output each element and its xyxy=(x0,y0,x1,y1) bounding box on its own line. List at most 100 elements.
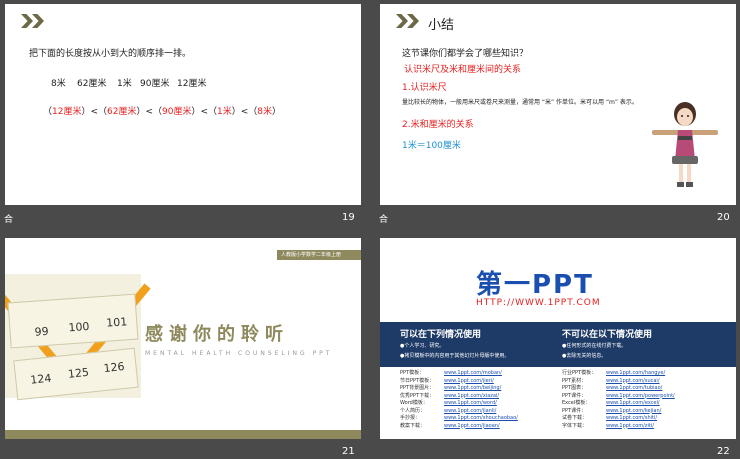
link-row: 字体下载： www.1ppt.com/ziti/ xyxy=(562,423,732,431)
resource-link[interactable]: www.1ppt.com/powerpoint/ xyxy=(606,393,675,399)
link-label: PPT课件： xyxy=(562,407,587,414)
resource-link[interactable]: www.1ppt.com/word/ xyxy=(444,400,497,406)
right-link-list: 行业PPT模板： www.1ppt.com/hangye/PPT素材： www.1p… xyxy=(562,370,732,430)
ruler-number: 101 xyxy=(105,315,128,330)
length-item: 1米 xyxy=(117,79,132,89)
ruler-number: 99 xyxy=(34,324,50,339)
slide-title: 小结 xyxy=(428,18,455,33)
link-row: 手抄报： www.1ppt.com/shouchaobao/ xyxy=(400,415,560,423)
link-row: 教案下载： www.1ppt.com/jiaoan/ xyxy=(400,423,560,431)
slide-number: 19 xyxy=(342,212,355,223)
link-label: 手抄报： xyxy=(400,415,421,421)
link-label: PPT图表： xyxy=(562,385,587,391)
paren: ）<（ xyxy=(191,107,218,117)
resource-link[interactable]: www.1ppt.com/xiazai/ xyxy=(444,393,499,399)
ruler-number: 100 xyxy=(68,319,90,335)
allowed-title: 可以在下列情况使用 xyxy=(400,330,482,340)
link-label: PPT素材： xyxy=(562,377,587,384)
length-item: 62厘米 xyxy=(77,79,107,89)
answer-value: 12厘米 xyxy=(52,107,82,117)
forbidden-title: 不可以在以下情况使用 xyxy=(562,330,653,340)
length-item: 12厘米 xyxy=(177,79,207,89)
answer-row: （12厘米）<（62厘米）<（90厘米）<（1米）<（8米） xyxy=(43,104,281,117)
tag-bar: 人教版小学数学二年级上册 xyxy=(277,250,361,260)
forbidden-item: ●任何形式的在线付费下载。 xyxy=(562,343,627,349)
ruler-number: 126 xyxy=(102,359,126,376)
allowed-item: ●个人学习、研究。 xyxy=(400,343,445,349)
thanks-title: 感谢你的聆听 xyxy=(145,324,289,345)
resource-link[interactable]: www.1ppt.com/jianli/ xyxy=(444,408,496,414)
slide-tag: 合 xyxy=(379,215,389,225)
link-row: PPT图表： www.1ppt.com/tubiao/ xyxy=(562,385,732,393)
slide-thumbnail-19[interactable]: 把下面的长度按从小到大的顺序排一排。 8米 62厘米 1米 90厘米 12厘米 … xyxy=(5,4,361,205)
section-heading: 2.米和厘米的关系 xyxy=(402,120,474,130)
link-row: Excel模板： www.1ppt.com/excel/ xyxy=(562,400,732,408)
link-label: PPT模板： xyxy=(400,370,425,376)
subtitle-text: 认识米尺及米和厘米间的关系 xyxy=(404,65,522,75)
resource-link[interactable]: www.1ppt.com/excel/ xyxy=(606,400,660,406)
tag-text: 人教版小学数学二年级上册 xyxy=(281,252,342,258)
resource-link[interactable]: www.1ppt.com/hangye/ xyxy=(606,370,665,376)
answer-value: 62厘米 xyxy=(107,107,137,117)
chevron-decoration-icon xyxy=(21,14,51,28)
thanks-subtitle: MENTAL HEALTH COUNSELING PPT xyxy=(145,350,333,357)
resource-link[interactable]: www.1ppt.com/shiti/ xyxy=(606,415,657,421)
resource-link[interactable]: www.1ppt.com/shouchaobao/ xyxy=(444,415,518,421)
link-label: 教案下载： xyxy=(400,422,426,429)
link-row: 节日PPT模板： www.1ppt.com/jieri/ xyxy=(400,378,560,386)
paren: ）<（ xyxy=(81,107,108,117)
resource-link[interactable]: www.1ppt.com/jiaoan/ xyxy=(444,423,500,429)
resource-link[interactable]: www.1ppt.com/moban/ xyxy=(444,370,502,376)
paren: ）<（ xyxy=(231,107,258,117)
link-label: 优秀PPT下载： xyxy=(400,392,435,399)
tape-measure-upper: 99 100 101 xyxy=(7,293,139,349)
slide-thumbnail-21[interactable]: 人教版小学数学二年级上册 99 100 101 124 125 126 感谢你的… xyxy=(5,238,361,439)
length-item: 90厘米 xyxy=(140,79,170,89)
answer-value: 8米 xyxy=(257,107,273,117)
slide-tag: 合 xyxy=(4,215,14,225)
link-row: 优秀PPT下载： www.1ppt.com/xiazai/ xyxy=(400,393,560,401)
answer-value: 1米 xyxy=(217,107,232,117)
usage-banner: 可以在下列情况使用 ●个人学习、研究。 ●拷贝模板中的内容用于其他幻灯片母版中使… xyxy=(380,322,736,367)
logo-main: 第一PPT xyxy=(476,270,594,300)
question-text: 这节课你们都学会了哪些知识？ xyxy=(402,49,529,59)
relation-text: 1米＝100厘米 xyxy=(402,141,461,151)
resource-link[interactable]: www.1ppt.com/jieri/ xyxy=(444,378,494,384)
link-label: PPT背景图片： xyxy=(400,385,435,391)
link-row: PPT背景图片： www.1ppt.com/beijing/ xyxy=(400,385,560,393)
resource-link[interactable]: www.1ppt.com/beijing/ xyxy=(444,385,501,391)
slide-number: 21 xyxy=(342,446,355,457)
girl-illustration-icon xyxy=(652,102,718,187)
link-label: 试卷下载： xyxy=(562,415,588,421)
link-row: PPT课件： www.1ppt.com/powerpoint/ xyxy=(562,393,732,401)
link-row: PPT素材： www.1ppt.com/sucai/ xyxy=(562,378,732,386)
answer-value: 90厘米 xyxy=(162,107,192,117)
slide-thumbnail-20[interactable]: 小结 这节课你们都学会了哪些知识？ 认识米尺及米和厘米间的关系 1.认识米尺 量… xyxy=(380,4,736,205)
length-item: 8米 xyxy=(51,79,66,89)
forbidden-item: ●去除无关的信息。 xyxy=(562,353,607,359)
resource-link[interactable]: www.1ppt.com/tubiao/ xyxy=(606,385,662,391)
link-label: Word模板： xyxy=(400,400,428,406)
body-text: 量比较长的物体，一般用米尺或卷尺来测量，通常用 “米” 作单位。米可以用 “m”… xyxy=(402,99,638,106)
slide-thumbnail-22[interactable]: 第一PPT HTTP://WWW.1PPT.COM 可以在下列情况使用 ●个人学… xyxy=(380,238,736,439)
link-row: Word模板： www.1ppt.com/word/ xyxy=(400,400,560,408)
link-label: PPT课件： xyxy=(562,392,587,399)
ruler-number: 125 xyxy=(67,365,90,381)
link-label: 节日PPT模板： xyxy=(400,377,435,384)
slide-number: 22 xyxy=(717,446,730,457)
allowed-item: ●拷贝模板中的内容用于其他幻灯片母版中使用。 xyxy=(400,353,510,359)
resource-link[interactable]: www.1ppt.com/sucai/ xyxy=(606,378,660,384)
link-row: 行业PPT模板： www.1ppt.com/hangye/ xyxy=(562,370,732,378)
link-row: 个人简历： www.1ppt.com/jianli/ xyxy=(400,408,560,416)
section-heading: 1.认识米尺 xyxy=(402,83,447,93)
instruction-text: 把下面的长度按从小到大的顺序排一排。 xyxy=(29,49,192,59)
resource-link[interactable]: www.1ppt.com/kejian/ xyxy=(606,408,661,414)
link-label: Excel模板： xyxy=(562,400,591,406)
paren: ） xyxy=(272,107,282,117)
link-row: PPT课件： www.1ppt.com/kejian/ xyxy=(562,408,732,416)
link-label: 个人简历： xyxy=(400,407,426,414)
bottom-bar xyxy=(5,430,361,439)
resource-link[interactable]: www.1ppt.com/ziti/ xyxy=(606,423,654,429)
link-row: 试卷下载： www.1ppt.com/shiti/ xyxy=(562,415,732,423)
ruler-number: 124 xyxy=(29,371,52,387)
